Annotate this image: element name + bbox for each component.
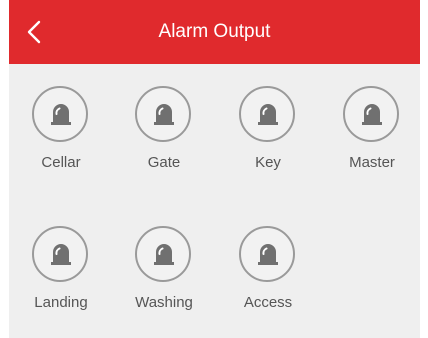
- back-button[interactable]: [17, 12, 57, 52]
- alarm-output-label: Cellar: [41, 154, 81, 171]
- alarm-output-button[interactable]: [32, 226, 88, 282]
- alarm-output-label: Master: [349, 154, 395, 171]
- alarm-output-item[interactable]: Key: [216, 64, 320, 184]
- alarm-output-button[interactable]: [239, 226, 295, 282]
- alarm-siren-icon: [154, 104, 174, 125]
- alarm-output-label: Washing: [135, 294, 193, 311]
- alarm-siren-icon: [51, 104, 71, 125]
- alarm-output-item[interactable]: Access: [216, 204, 320, 324]
- alarm-siren-icon: [154, 244, 174, 265]
- alarm-output-label: Access: [243, 294, 293, 311]
- alarm-output-item[interactable]: Washing: [112, 204, 216, 324]
- alarm-siren-icon: [51, 244, 71, 265]
- app-screen: Alarm Output Cellar Gate Key Master Land…: [9, 0, 420, 338]
- alarm-siren-icon: [258, 104, 278, 125]
- page-title: Alarm Output: [158, 21, 271, 42]
- alarm-output-label: Landing: [34, 294, 88, 311]
- alarm-siren-icon: [258, 244, 278, 265]
- alarm-output-item[interactable]: Gate: [112, 64, 216, 184]
- alarm-output-item[interactable]: Landing: [9, 204, 113, 324]
- alarm-output-button[interactable]: [343, 86, 399, 142]
- alarm-output-button[interactable]: [135, 86, 191, 142]
- header-bar: Alarm Output: [9, 0, 420, 64]
- alarm-output-item[interactable]: Master: [320, 64, 420, 184]
- chevron-left-icon: [27, 20, 41, 44]
- alarm-output-label: Key: [255, 154, 281, 171]
- alarm-output-button[interactable]: [135, 226, 191, 282]
- alarm-output-button[interactable]: [239, 86, 295, 142]
- alarm-output-item[interactable]: Cellar: [9, 64, 113, 184]
- alarm-output-button[interactable]: [32, 86, 88, 142]
- alarm-output-label: Gate: [147, 154, 181, 171]
- alarm-siren-icon: [362, 104, 382, 125]
